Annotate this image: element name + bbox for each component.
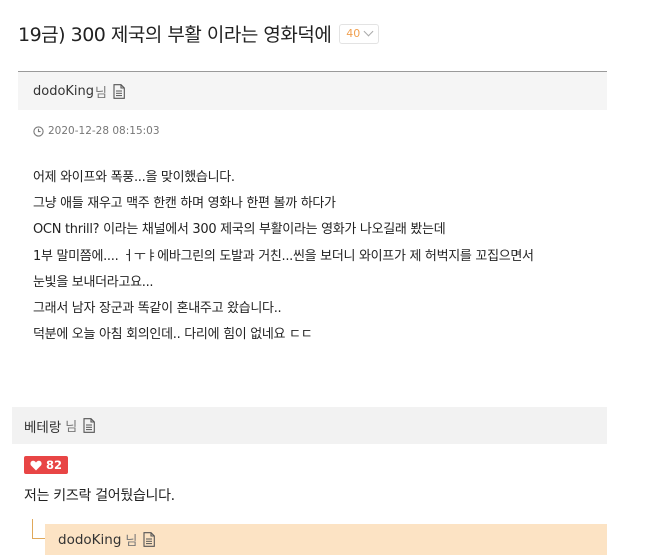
reply-connector — [32, 519, 46, 539]
reply-author-bar: dodoKing 님 — [45, 524, 607, 555]
comment-count: 40 — [346, 27, 361, 40]
document-icon[interactable] — [113, 83, 125, 99]
post-body-line: OCN thrill? 이라는 채널에서 300 제국의 부활이라는 영화가 나… — [33, 222, 446, 238]
heart-icon — [30, 460, 42, 470]
comment-author[interactable]: 베테랑 — [24, 416, 61, 436]
comment-author-honorific: 님 — [65, 420, 78, 435]
post-title: 19금) 300 제국의 부활 이라는 영화덕에 — [18, 24, 332, 46]
comment-count-dropdown[interactable]: 40 — [339, 23, 380, 44]
clock-icon — [33, 125, 44, 137]
post-container: dodoKing 님 2020-12-28 08:15:03 어제 와이프와 폭… — [18, 71, 607, 352]
post-author-bar: dodoKing 님 — [18, 72, 607, 110]
like-count: 82 — [46, 458, 63, 472]
post-body-line: 그래서 남자 장군과 똑같이 혼내주고 왔습니다.. — [33, 301, 282, 317]
comment-author-bar: 베테랑 님 — [12, 407, 607, 444]
post-body-line: 1부 말미쯤에.... ㅓㅜㅑ에바그린의 도발과 거친...씬을 보더니 와이프… — [33, 248, 534, 264]
document-icon[interactable] — [83, 418, 96, 433]
document-icon[interactable] — [143, 532, 156, 547]
post-timestamp: 2020-12-28 08:15:03 — [48, 125, 160, 137]
post-title-row: 19금) 300 제국의 부활 이라는 영화덕에 40 — [18, 20, 380, 47]
reply-author-honorific: 님 — [125, 534, 138, 549]
post-timestamp-row: 2020-12-28 08:15:03 — [33, 125, 160, 137]
like-badge[interactable]: 82 — [24, 456, 69, 474]
reply-author[interactable]: dodoKing — [58, 532, 121, 548]
post-author[interactable]: dodoKing — [33, 84, 94, 99]
post-author-honorific: 님 — [95, 85, 108, 101]
post-body-line: 덕분에 오늘 아침 회의인데.. 다리에 힘이 없네요 ㄷㄷ — [33, 327, 313, 343]
post-body-line: 눈빛을 보내더라고요... — [33, 274, 154, 290]
post-body: 어제 와이프와 폭풍...을 맞이했습니다. 그냥 애들 재우고 맥주 한캔 하… — [33, 165, 603, 348]
post-body-line: 어제 와이프와 폭풍...을 맞이했습니다. — [33, 170, 235, 185]
post-body-line: 그냥 애들 재우고 맥주 한캔 하며 영화나 한편 볼까 하다가 — [33, 196, 336, 212]
chevron-down-icon — [363, 26, 374, 37]
comment-text: 저는 키즈락 걸어뒀습니다. — [24, 488, 175, 504]
